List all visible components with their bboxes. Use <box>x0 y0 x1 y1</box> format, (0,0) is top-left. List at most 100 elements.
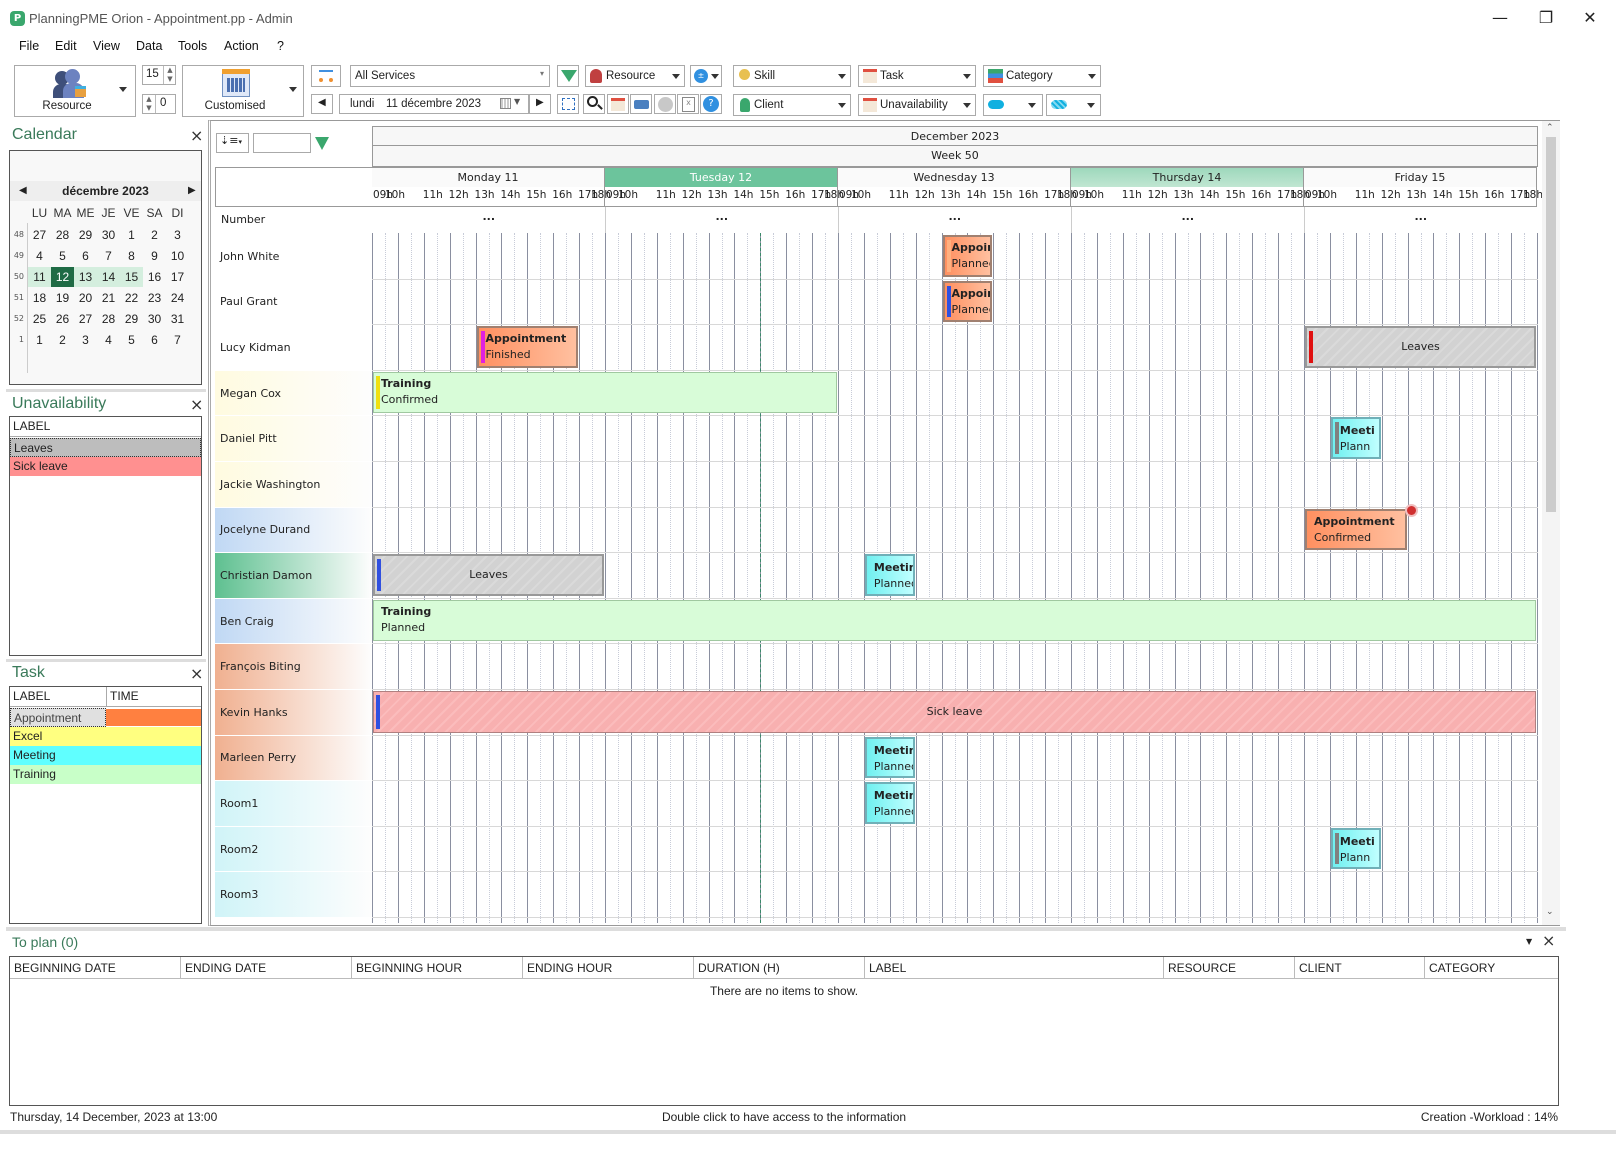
task-filter-select[interactable]: Task <box>858 65 976 87</box>
event-block[interactable]: Meeti Plann <box>1330 417 1381 459</box>
display-mode-button[interactable]: Customised <box>182 65 304 117</box>
client-filter-select[interactable]: Client <box>733 94 851 116</box>
resource-name[interactable]: Paul Grant <box>215 279 371 325</box>
calendar-day[interactable]: 20 <box>74 290 97 308</box>
column-header[interactable]: DURATION (H) <box>693 957 780 979</box>
menu-file[interactable]: File <box>19 39 39 53</box>
day-header[interactable]: Friday 15 <box>1304 167 1537 187</box>
resource-name[interactable]: François Biting <box>215 644 371 689</box>
calendar-day[interactable]: 4 <box>28 248 51 266</box>
calendar-day[interactable]: 30 <box>97 227 120 245</box>
calendar-day[interactable]: 12 <box>51 267 74 287</box>
calendar-day[interactable]: 28 <box>51 227 74 245</box>
close-task-panel-icon[interactable]: × <box>190 664 203 683</box>
category-filter-select[interactable]: Category <box>983 65 1101 87</box>
export-excel-button[interactable]: x <box>677 94 699 114</box>
next-date-button[interactable]: ▶ <box>529 94 551 114</box>
column-header[interactable]: CATEGORY <box>1424 957 1495 979</box>
resource-name[interactable]: Jackie Washington <box>215 462 371 507</box>
resource-name[interactable]: Christian Damon <box>215 553 371 598</box>
event-block[interactable]: Meeting Planned <box>864 736 915 779</box>
calendar-day[interactable]: 24 <box>166 290 189 308</box>
calendar-day[interactable]: 5 <box>120 332 143 350</box>
calendar-day[interactable]: 1 <box>120 227 143 245</box>
event-block[interactable]: Leaves <box>373 554 604 596</box>
spin-bottom-field[interactable]: ▲ ▼ 0 <box>142 94 176 114</box>
vertical-scrollbar[interactable]: ⌃ ⌄ <box>1542 121 1560 925</box>
sort-button[interactable]: ⇣≡▾ <box>216 133 249 153</box>
calendar-day[interactable]: 10 <box>166 248 189 266</box>
event-block[interactable]: Appoint Planned <box>942 280 993 323</box>
calendar-next-month-icon[interactable]: ▶ <box>188 185 196 196</box>
day-header[interactable]: Wednesday 13 <box>838 167 1071 187</box>
day-header[interactable]: Monday 11 <box>372 167 605 187</box>
resource-name[interactable]: Lucy Kidman <box>215 325 371 370</box>
spin-arrows-icon[interactable]: ▲ ▼ <box>143 95 156 113</box>
calendar-day[interactable]: 28 <box>97 311 120 329</box>
column-header[interactable]: BEGINNING HOUR <box>351 957 462 979</box>
calendar-day[interactable]: 1 <box>28 332 51 350</box>
close-calendar-panel-icon[interactable]: × <box>190 126 203 145</box>
event-block[interactable]: Meeting Planned <box>864 554 915 596</box>
task-item[interactable]: Meeting <box>10 746 201 765</box>
pattern-display-select[interactable] <box>1046 94 1101 116</box>
calendar-day[interactable]: 25 <box>28 311 51 329</box>
resource-name[interactable]: Jocelyne Durand <box>215 507 371 553</box>
event-block[interactable]: Leaves <box>1305 326 1536 368</box>
resource-name[interactable]: Kevin Hanks <box>215 690 371 735</box>
calendar-day[interactable]: 7 <box>166 332 189 350</box>
services-select[interactable]: All Services ▾ <box>350 65 550 87</box>
calendar-day[interactable]: 2 <box>143 227 166 245</box>
calendar-day[interactable]: 27 <box>74 311 97 329</box>
calendar-day[interactable]: 2 <box>51 332 74 350</box>
filter-button[interactable] <box>557 65 579 87</box>
resource-name[interactable]: Ben Craig <box>215 598 371 644</box>
resource-name[interactable]: Megan Cox <box>215 370 371 416</box>
day-header[interactable]: Thursday 14 <box>1071 167 1304 187</box>
close-to-plan-icon[interactable]: × <box>1542 931 1555 950</box>
event-block[interactable]: Meeti Plann <box>1330 827 1381 870</box>
task-item[interactable]: Excel <box>10 727 201 746</box>
calendar-day[interactable]: 6 <box>74 248 97 266</box>
calendar-day[interactable]: 9 <box>143 248 166 266</box>
spin-top-field[interactable]: 15 ▲ ▼ <box>142 65 176 85</box>
calendar-day[interactable]: 6 <box>143 332 166 350</box>
calendar-day[interactable]: 3 <box>166 227 189 245</box>
schedule-button[interactable] <box>607 94 629 114</box>
resource-name[interactable]: Room3 <box>215 872 371 917</box>
resource-name[interactable]: Daniel Pitt <box>215 416 371 461</box>
column-header[interactable]: LABEL <box>864 957 906 979</box>
scroll-up-icon[interactable]: ⌃ <box>1546 123 1554 133</box>
calendar-day[interactable]: 11 <box>28 269 51 287</box>
event-block[interactable]: Training Confirmed <box>373 371 837 414</box>
resource-filter-select[interactable]: Resource <box>585 65 685 87</box>
calendar-day[interactable]: 17 <box>166 269 189 287</box>
column-header[interactable]: ENDING DATE <box>180 957 266 979</box>
calendar-day[interactable]: 18 <box>28 290 51 308</box>
unavailability-item[interactable]: Leaves <box>10 438 201 457</box>
calendar-day[interactable]: 7 <box>97 248 120 266</box>
calendar-day[interactable]: 21 <box>97 290 120 308</box>
event-block[interactable]: Appointment Confirmed <box>1305 508 1407 551</box>
restore-button[interactable]: ❐ <box>1526 6 1566 30</box>
column-header[interactable]: BEGINNING DATE <box>10 957 116 979</box>
search-button[interactable] <box>583 94 605 114</box>
calendar-day[interactable]: 27 <box>28 227 51 245</box>
minimize-button[interactable]: — <box>1480 6 1520 30</box>
calendar-day[interactable]: 23 <box>143 290 166 308</box>
calendar-day[interactable]: 3 <box>74 332 97 350</box>
calendar-day[interactable]: 4 <box>97 332 120 350</box>
event-block[interactable]: Training Planned <box>373 599 1536 642</box>
planning-filter-icon[interactable] <box>315 137 329 150</box>
menu-tools[interactable]: Tools <box>178 39 207 53</box>
planning-search-input[interactable] <box>253 133 311 153</box>
column-header[interactable]: RESOURCE <box>1163 957 1236 979</box>
menu-view[interactable]: View <box>93 39 120 53</box>
unavailability-item[interactable]: Sick leave <box>10 457 201 476</box>
close-window-button[interactable]: ✕ <box>1570 6 1610 30</box>
resource-name[interactable]: Room2 <box>215 826 371 872</box>
calendar-day[interactable]: 29 <box>74 227 97 245</box>
close-unavailability-panel-icon[interactable]: × <box>190 395 203 414</box>
view-mode-button[interactable]: Resource <box>14 65 136 117</box>
calendar-day[interactable]: 29 <box>120 311 143 329</box>
